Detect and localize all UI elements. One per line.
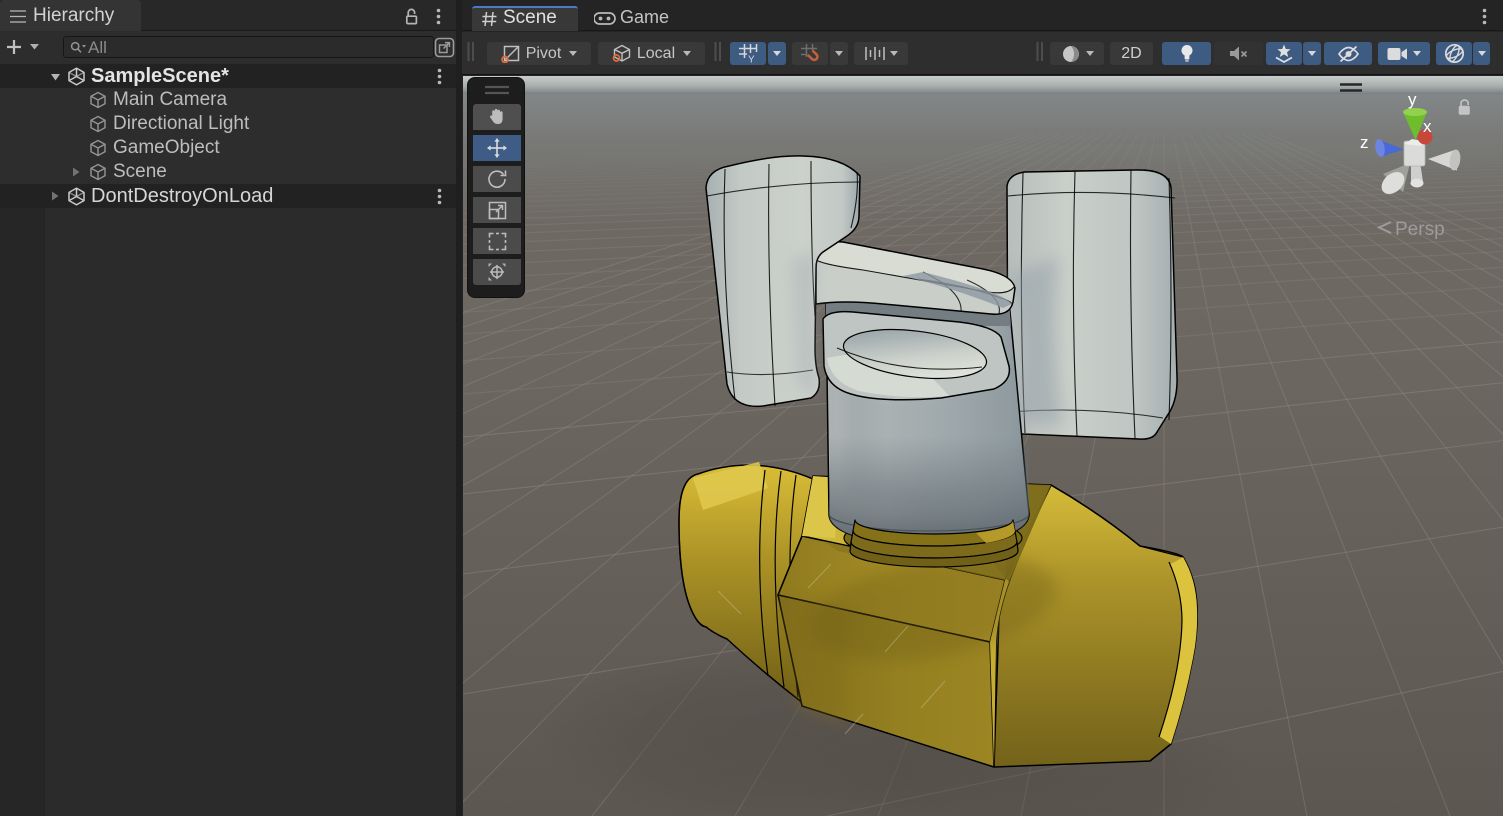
svg-text:Persp: Persp [1395, 219, 1445, 240]
svg-text:Y: Y [748, 55, 755, 64]
svg-text:x: x [1423, 117, 1432, 136]
svg-text:z: z [1360, 133, 1369, 152]
svg-text:y: y [1408, 90, 1417, 109]
